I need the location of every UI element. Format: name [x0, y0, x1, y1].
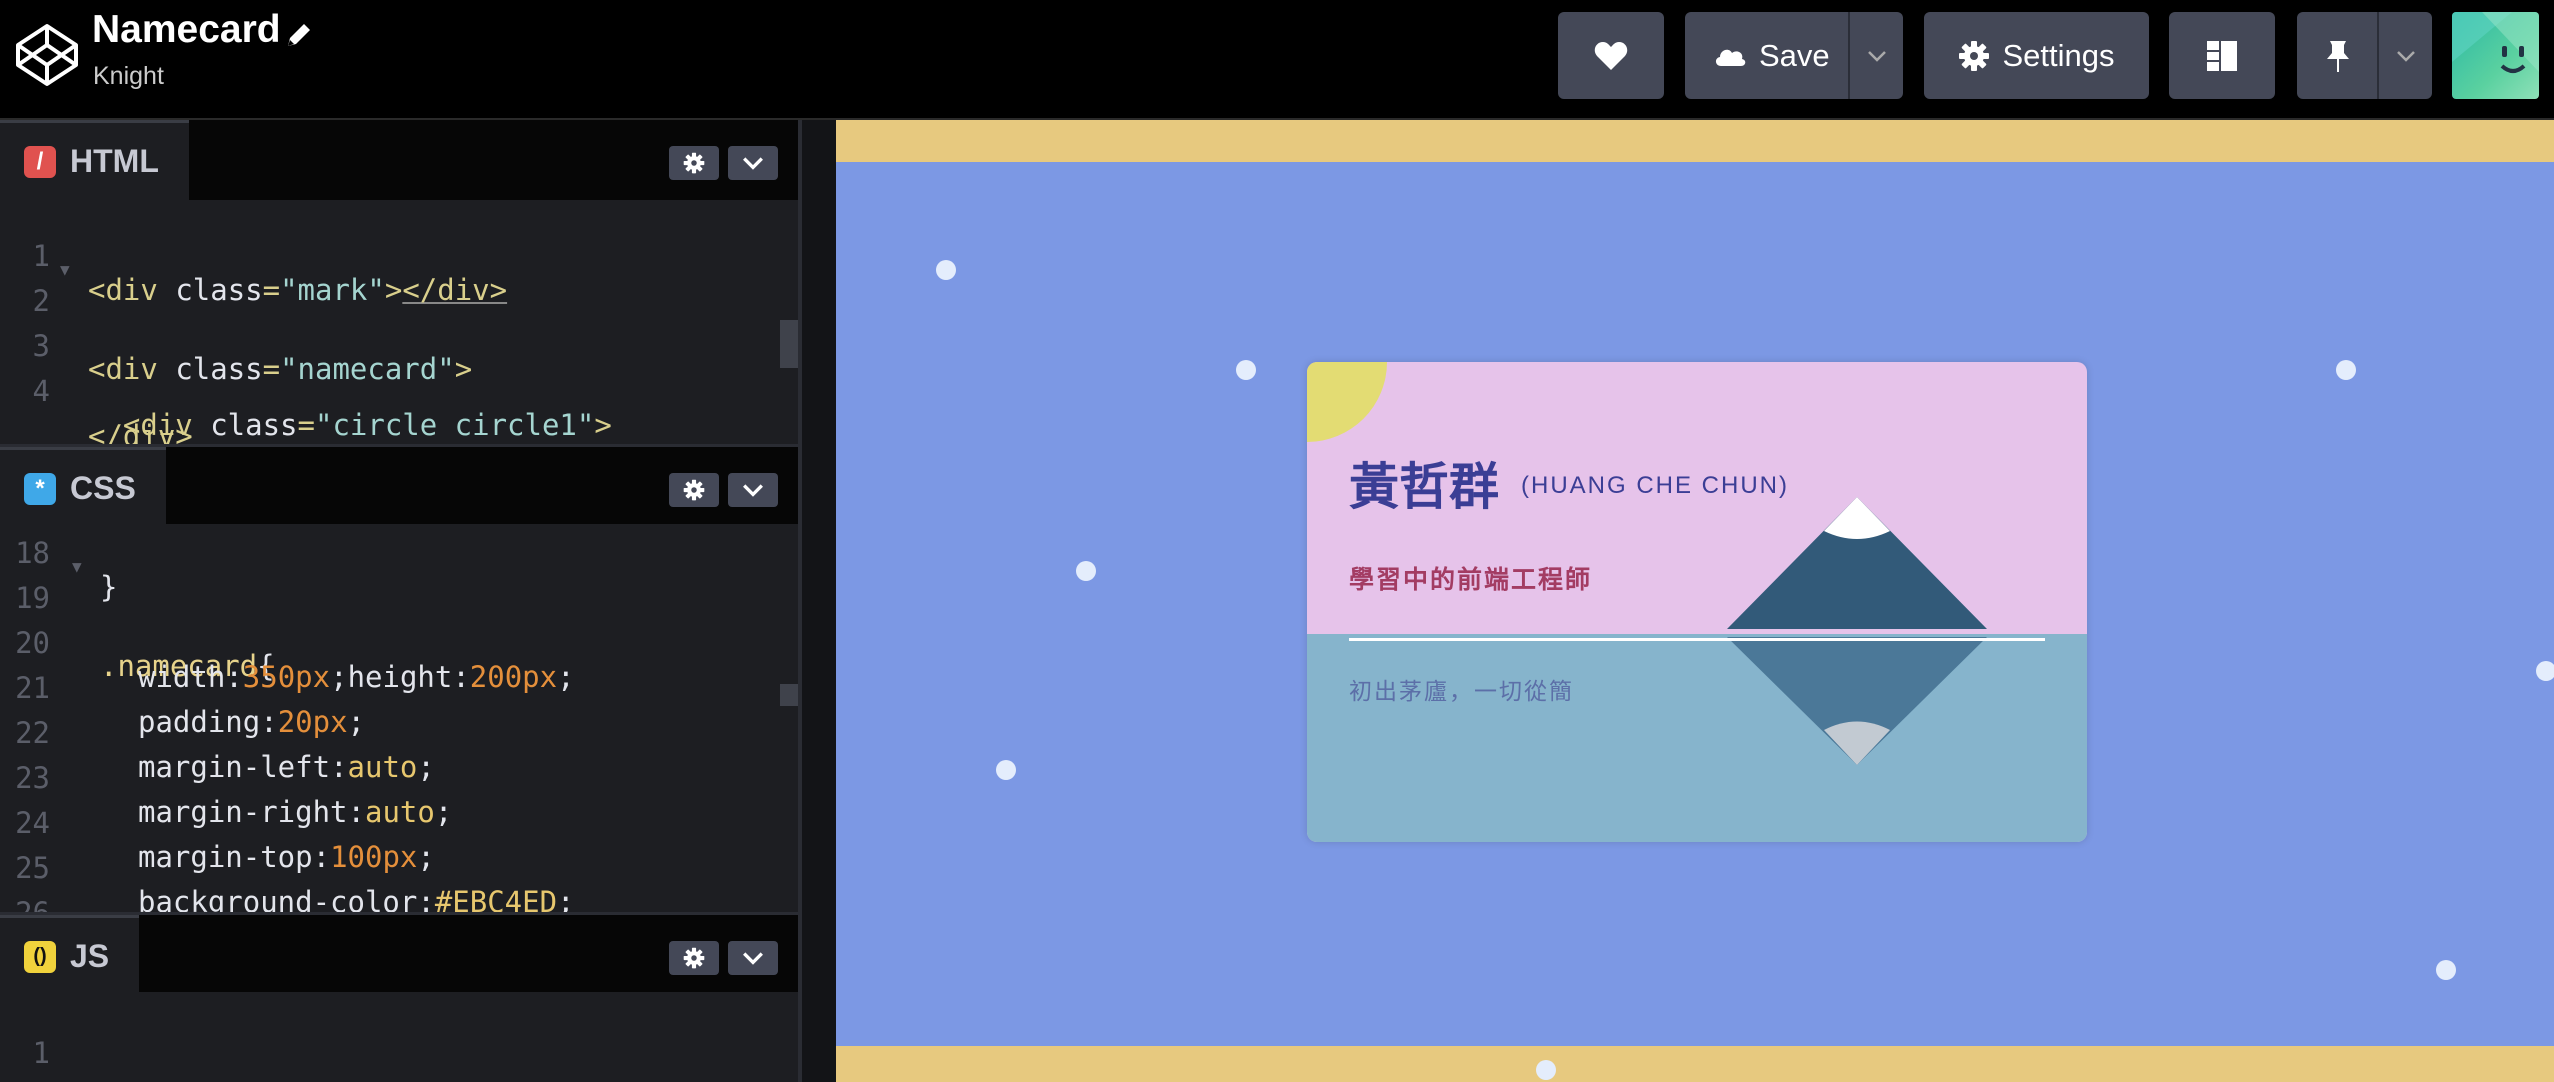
editor-resize-handle[interactable]: [798, 120, 836, 1082]
html-collapse-button[interactable]: [728, 146, 778, 180]
code-line: 1 <div class="mark"></div>: [32, 239, 508, 307]
js-badge-icon: (): [24, 940, 56, 973]
css-pane-header: * CSS: [0, 444, 798, 527]
css-badge-icon: *: [24, 472, 56, 505]
card-job-title: 學習中的前端工程師: [1349, 565, 1593, 594]
codepen-logo-icon[interactable]: [14, 22, 80, 88]
top-band: [836, 120, 2554, 162]
code-line: 1: [32, 1036, 50, 1070]
avatar-face-icon: [2452, 12, 2539, 73]
js-code-area[interactable]: 1: [0, 992, 798, 1082]
code-line: 19 ▼ .namecard{: [15, 557, 275, 683]
settings-button[interactable]: Settings: [1924, 12, 2149, 99]
snow-dot: [1536, 1060, 1556, 1080]
css-scrollbar[interactable]: [780, 684, 798, 706]
card-slogan: 初出茅廬，一切從簡: [1349, 679, 1574, 705]
tab-css[interactable]: * CSS: [0, 447, 166, 527]
snow-dot: [1236, 360, 1256, 380]
gear-icon: [1959, 40, 1990, 71]
js-pane-header: () JS: [0, 912, 798, 995]
html-code-area[interactable]: 1 <div class="mark"></div> 2 ▼ <div clas…: [0, 200, 798, 444]
user-avatar[interactable]: [2452, 12, 2539, 99]
code-line: 4 <div class="circle circle1">: [32, 374, 612, 442]
tab-js-label: JS: [70, 938, 110, 974]
editor-column: / HTML 1 <div class="mark"></div> 2 ▼ <d…: [0, 120, 802, 1082]
tab-js[interactable]: () JS: [0, 915, 140, 995]
snow-dot: [2536, 661, 2554, 681]
pen-title[interactable]: Namecard: [92, 8, 281, 52]
settings-label: Settings: [2002, 37, 2115, 73]
pin-button[interactable]: [2297, 12, 2379, 99]
css-settings-button[interactable]: [669, 473, 719, 507]
html-settings-button[interactable]: [669, 146, 719, 180]
js-collapse-button[interactable]: [728, 941, 778, 975]
gear-icon: [683, 152, 705, 174]
pin-icon: [2327, 40, 2349, 72]
result-preview[interactable]: 黃哲群 (HUANG CHE CHUN) 學習中的前端工程師 初出茅廬，一切從簡: [836, 120, 2554, 1082]
cloud-icon: [1715, 49, 1746, 66]
tab-css-label: CSS: [70, 470, 136, 506]
top-bar: Namecard Knight Save Settings: [0, 0, 2554, 120]
heart-icon: [1594, 41, 1628, 70]
code-line: 21 padding:20px;: [15, 671, 365, 739]
css-collapse-button[interactable]: [728, 473, 778, 507]
code-line: 24 margin-top:100px;: [15, 806, 435, 874]
layout-icon: [2207, 40, 2237, 71]
code-line: 20 width:350px;height:200px;: [15, 626, 575, 694]
code-line: 22 margin-left:auto;: [15, 716, 435, 784]
html-pane-header: / HTML: [0, 120, 798, 200]
pen-author[interactable]: Knight: [93, 62, 164, 91]
chevron-down-icon: [743, 157, 763, 170]
pencil-icon[interactable]: [282, 18, 316, 52]
change-view-button[interactable]: [2169, 12, 2275, 99]
chevron-down-icon: [1867, 50, 1886, 62]
code-line: 18 }: [15, 536, 118, 604]
snow-dot: [2336, 360, 2356, 380]
sun-circle: [1307, 362, 1387, 442]
chevron-down-icon: [743, 484, 763, 497]
pin-dropdown-button[interactable]: [2379, 12, 2432, 99]
gear-icon: [683, 479, 705, 501]
tab-html[interactable]: / HTML: [0, 120, 189, 200]
card-horizon-line: [1349, 638, 2045, 641]
bottom-band: [836, 1046, 2554, 1082]
gear-icon: [683, 947, 705, 969]
code-line: 26 letter-spacing:1px;: [0, 862, 780, 912]
mountain-icon: [1727, 497, 1987, 765]
snow-dot: [1076, 561, 1096, 581]
snow-dot: [936, 260, 956, 280]
html-scrollbar[interactable]: [780, 320, 798, 368]
code-line: 25 background-color:#EBC4ED;: [15, 851, 575, 912]
snow-dot: [2436, 960, 2456, 980]
save-button[interactable]: Save: [1685, 12, 1850, 99]
js-settings-button[interactable]: [669, 941, 719, 975]
save-label: Save: [1759, 37, 1830, 73]
snow-dot: [996, 760, 1016, 780]
tab-html-label: HTML: [70, 143, 159, 179]
code-line: 3: [32, 329, 50, 363]
css-code-area[interactable]: 18 } 19 ▼ .namecard{ 20 width:350px;heig…: [0, 524, 798, 912]
heart-button[interactable]: [1558, 12, 1664, 99]
save-dropdown-button[interactable]: [1850, 12, 1903, 99]
code-line: </div>: [88, 419, 193, 444]
html-badge-icon: /: [24, 145, 56, 178]
namecard: 黃哲群 (HUANG CHE CHUN) 學習中的前端工程師 初出茅廬，一切從簡: [1307, 362, 2087, 842]
card-name-zh: 黃哲群: [1349, 458, 1499, 516]
card-name-en: (HUANG CHE CHUN): [1521, 472, 1789, 499]
code-line: 2 ▼ <div class="namecard">: [32, 260, 473, 386]
code-line: 5 <div class="circle circle2": [0, 430, 780, 444]
chevron-down-icon: [743, 952, 763, 965]
code-line: 23 margin-right:auto;: [15, 761, 453, 829]
chevron-down-icon: [2396, 50, 2415, 62]
